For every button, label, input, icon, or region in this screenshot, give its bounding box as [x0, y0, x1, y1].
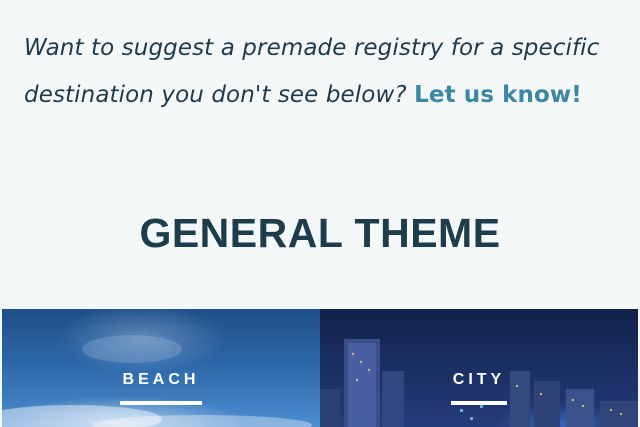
beach-underline — [120, 401, 202, 405]
theme-tiles: BEACH CITY — [2, 309, 638, 427]
city-underline — [451, 401, 507, 405]
section-title: GENERAL THEME — [139, 210, 501, 257]
let-us-know-link[interactable]: Let us know! — [414, 82, 582, 108]
intro-text: Want to suggest a premade registry for a… — [24, 25, 624, 119]
beach-label: BEACH — [122, 371, 200, 388]
city-label: CITY — [452, 371, 506, 388]
beach-theme-tile[interactable]: BEACH — [2, 309, 320, 427]
beach-clouds-graphic — [2, 335, 312, 427]
city-theme-tile[interactable]: CITY — [320, 309, 638, 427]
city-skyline-graphic — [320, 339, 638, 427]
